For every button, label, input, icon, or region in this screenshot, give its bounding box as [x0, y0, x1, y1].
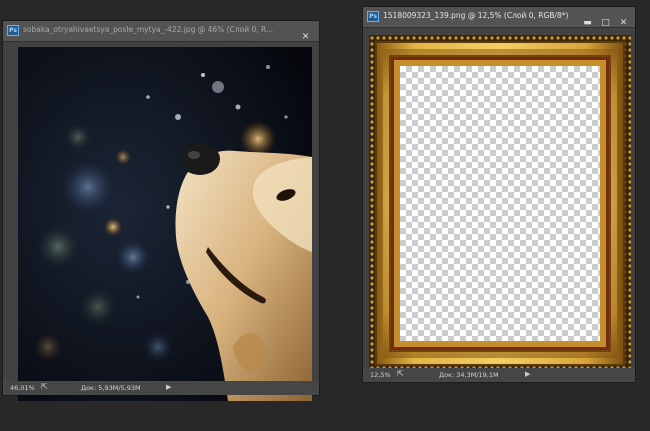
document-tab-frame[interactable]: Ps 1518009323_139.png @ 12,5% (Слой 0, R… [363, 7, 635, 28]
document-tab-dog[interactable]: Ps sobaka_otryahivaetsya_posle_mytya_-42… [3, 21, 319, 42]
close-icon[interactable]: ✕ [616, 17, 631, 30]
document-size: Док: 5,93M/5,93M [81, 384, 141, 392]
photoshop-icon: Ps [7, 25, 19, 36]
document-title: sobaka_otryahivaetsya_posle_mytya_-422.j… [23, 25, 273, 34]
window-controls: ▬ □ ✕ [577, 10, 631, 28]
zoom-level[interactable]: 46,01% [10, 384, 35, 392]
photoshop-icon: Ps [367, 11, 379, 22]
status-bar: 46,01% ⇱ Док: 5,93M/5,93M ▶ [3, 381, 319, 395]
document-size: Док: 34,3M/19,1M [439, 371, 499, 379]
dog-photo [18, 47, 312, 401]
window-controls: ✕ [295, 24, 313, 42]
dog-photo-canvas[interactable] [18, 47, 312, 401]
export-icon[interactable]: ⇱ [397, 369, 404, 378]
zoom-level[interactable]: 12,5% [370, 371, 391, 379]
document-window-dog[interactable]: Ps sobaka_otryahivaetsya_posle_mytya_-42… [2, 20, 320, 401]
status-menu-icon[interactable]: ▶ [166, 383, 171, 391]
frame-canvas[interactable] [369, 35, 631, 372]
status-menu-icon[interactable]: ▶ [525, 370, 530, 378]
transparent-area [400, 66, 600, 341]
document-window-frame[interactable]: Ps 1518009323_139.png @ 12,5% (Слой 0, R… [362, 6, 636, 383]
document-title: 1518009323_139.png @ 12,5% (Слой 0, RGB/… [383, 11, 569, 20]
export-icon[interactable]: ⇱ [41, 382, 48, 391]
workspace: { "doc1": { "title": "sobaka_otryahivaet… [0, 0, 650, 431]
status-bar: 12,5% ⇱ Док: 34,3M/19,1M ▶ [363, 368, 635, 382]
minimize-icon[interactable]: ▬ [580, 17, 595, 30]
close-icon[interactable]: ✕ [298, 31, 313, 44]
maximize-icon[interactable]: □ [598, 17, 613, 30]
